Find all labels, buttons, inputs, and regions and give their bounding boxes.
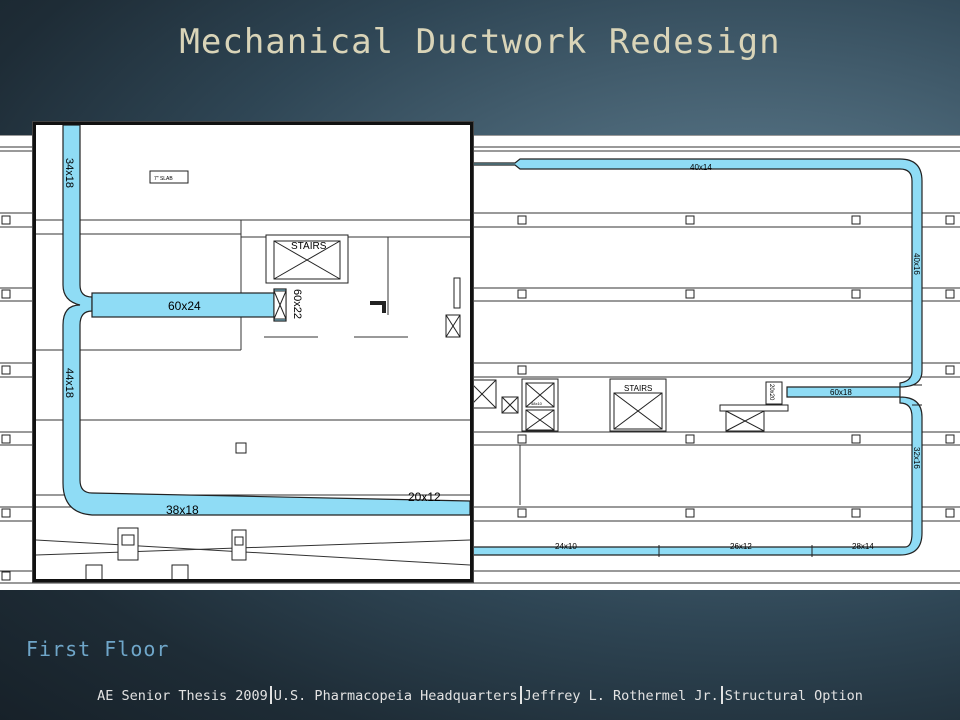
footer-author: Jeffrey L. Rothermel Jr. — [523, 688, 719, 704]
plan-label-40x14: 40x14 — [690, 163, 712, 172]
inset-label-20x12: 20x12 — [408, 490, 441, 504]
inset-label-slab: 7" SLAB — [154, 176, 173, 182]
plan-label-stairs: STAIRS — [624, 384, 652, 393]
slide-footer: AE Senior Thesis 2009 U.S. Pharmacopeia H… — [0, 686, 960, 704]
footer-project: U.S. Pharmacopeia Headquarters — [273, 688, 518, 704]
inset-label-34x18: 34x18 — [63, 158, 75, 188]
floor-caption: First Floor — [26, 637, 170, 661]
inset-label-44x18: 44x18 — [63, 368, 75, 398]
plan-label-20x20: 20x20 — [768, 384, 774, 401]
plan-label-40x16: 40x16 — [912, 253, 921, 275]
inset-drawing: 34x18 60x24 60x22 44x18 38x18 20x12 7" S… — [36, 125, 470, 579]
plan-label-24x10: 24x10 — [555, 542, 577, 551]
plan-label-28x14: 28x14 — [852, 542, 874, 551]
footer-thesis: AE Senior Thesis 2009 — [97, 688, 268, 704]
plan-label-small-tag: 48x10 — [531, 401, 543, 406]
footer-separator — [720, 686, 723, 704]
slide-title: Mechanical Ductwork Redesign — [179, 22, 781, 62]
footer-separator — [519, 686, 522, 704]
plan-label-26x12: 26x12 — [730, 542, 752, 551]
inset-label-38x18: 38x18 — [166, 503, 199, 517]
inset-label-stairs: STAIRS — [291, 241, 327, 252]
inset-label-60x24: 60x24 — [168, 299, 201, 313]
footer-separator — [269, 686, 272, 704]
plan-label-32x16: 32x16 — [912, 447, 921, 469]
footer-option: Structural Option — [724, 688, 863, 704]
plan-label-60x18: 60x18 — [830, 388, 852, 397]
zoomed-inset: 34x18 60x24 60x22 44x18 38x18 20x12 7" S… — [33, 122, 473, 582]
inset-label-60x22: 60x22 — [291, 289, 303, 319]
